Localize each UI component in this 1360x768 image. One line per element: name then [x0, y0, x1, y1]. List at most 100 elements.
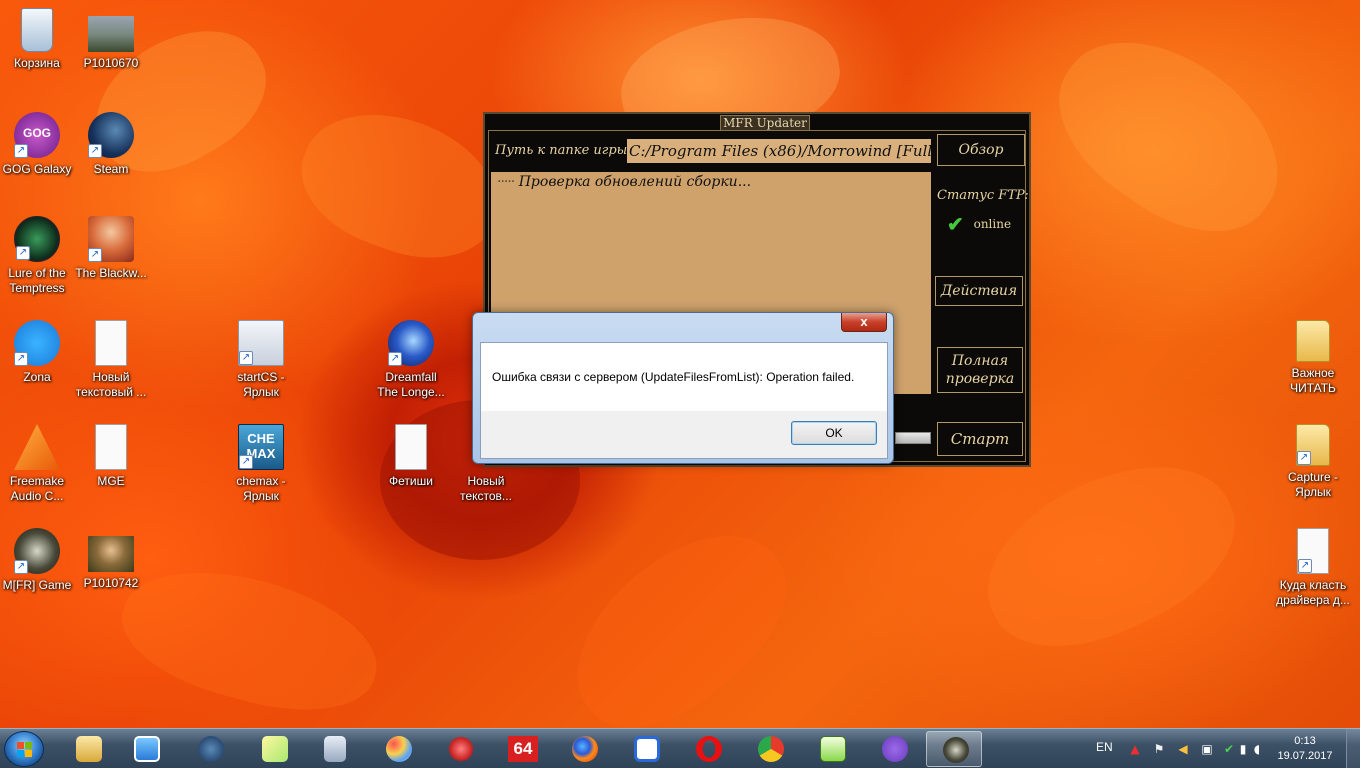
paint-icon	[386, 736, 412, 762]
desktop-icon-label: MGE	[97, 474, 125, 488]
desktop-icon-startcs[interactable]: ↗ startCS - Ярлык	[224, 320, 298, 400]
taskbar-chrome[interactable]	[742, 731, 798, 767]
desktop-icon-mge[interactable]: MGE	[74, 424, 148, 489]
desktop-icon-chemax[interactable]: CHE MAX ↗ chemax - Ярлык	[224, 424, 298, 504]
lure-of-the-temptress-icon: ↗	[14, 216, 60, 262]
desktop-icon-p1010670[interactable]: P1010670	[74, 8, 148, 71]
desktop-icon-label: Steam	[93, 162, 129, 176]
taskbar-calculator[interactable]	[306, 731, 362, 767]
power-icon[interactable]: ▮	[1236, 742, 1250, 756]
explorer-icon	[76, 736, 102, 762]
error-dialog: x Ошибка связи с сервером (UpdateFilesFr…	[472, 312, 894, 464]
desktop-icon-mfr-game[interactable]: ↗ M[FR] Game	[0, 528, 74, 593]
calculator-icon	[324, 736, 346, 762]
browse-button[interactable]: Обзор	[937, 134, 1025, 166]
taskbar-opera[interactable]	[680, 731, 736, 767]
the-blackwell-icon: ↗	[88, 216, 134, 262]
sticky-notes-icon	[262, 736, 288, 762]
chemax-icon: CHE MAX ↗	[238, 424, 284, 470]
taskbar-steam[interactable]	[182, 731, 238, 767]
start-button[interactable]: Старт	[937, 422, 1023, 456]
mfr-game-icon	[943, 737, 969, 763]
folder-icon	[1296, 320, 1330, 362]
desktop-icon-vazhnoe-chitat[interactable]: Важное ЧИТАТЬ	[1276, 320, 1350, 396]
folder-icon: ↗	[1296, 424, 1330, 466]
volume-icon[interactable]: ◖	[1250, 742, 1264, 756]
close-button[interactable]: x	[841, 313, 887, 332]
desktop-icon-label: Dreamfall The Longe...	[377, 370, 445, 399]
steam-icon: ↗	[88, 112, 134, 158]
taskbar-snipping-tool[interactable]	[432, 731, 488, 767]
system-clock[interactable]: 0:13 19.07.2017	[1274, 734, 1336, 764]
desktop-icon-dreamfall[interactable]: ↗ Dreamfall The Longe...	[374, 320, 448, 400]
desktop-icon-fetishi[interactable]: Фетиши	[374, 424, 448, 489]
clock-date: 19.07.2017	[1277, 750, 1333, 762]
desktop-icon-zona[interactable]: ↗ Zona	[0, 320, 74, 385]
desktop-icon-label: Новый текстов...	[460, 474, 512, 503]
gog-logo-text: GOG	[22, 126, 51, 140]
text-document-icon	[95, 320, 127, 366]
wallpaper-petal	[283, 89, 517, 281]
desktop-icon-label: The Blackw...	[75, 266, 147, 280]
media-player-d-icon	[634, 736, 660, 762]
game-path-input[interactable]: C:/Program Files (x86)/Morrowind [FullRe	[627, 139, 931, 163]
desktop-icon-recycle-bin[interactable]: Корзина	[0, 8, 74, 71]
gear-document-icon: ↗	[238, 320, 284, 366]
shortcut-arrow-icon: ↗	[88, 144, 102, 158]
taskbar-paint[interactable]	[370, 731, 426, 767]
full-check-button[interactable]: Полная проверка	[937, 347, 1023, 393]
show-desktop-button[interactable]	[1346, 729, 1360, 768]
desktop-icon-new-text-document[interactable]: Новый текстовый ...	[74, 320, 148, 400]
desktop-icon-label: Freemake Audio C...	[9, 474, 65, 503]
desktop-icon-steam[interactable]: ↗ Steam	[74, 112, 148, 177]
ok-button[interactable]: OK	[791, 421, 877, 445]
taskbar-media-player[interactable]	[118, 731, 174, 767]
desktop-icon-p1010742[interactable]: P1010742	[74, 528, 148, 591]
zona-icon: ↗	[14, 320, 60, 366]
window-title: MFR Updater	[720, 115, 810, 131]
taskbar-notepadpp[interactable]	[804, 731, 860, 767]
taskbar-firefox[interactable]	[556, 731, 612, 767]
flag-action-center-icon[interactable]: ⚑	[1152, 742, 1166, 756]
shortcut-arrow-icon: ↗	[16, 246, 30, 260]
network-triangle-icon[interactable]: ▲	[1128, 742, 1142, 756]
desktop-icon-label: Capture - Ярлык	[1287, 470, 1339, 499]
game-path-label: Путь к папке игры:	[495, 143, 632, 158]
speaker-muted-icon[interactable]: ◀	[1176, 742, 1190, 756]
desktop-icon-label: Важное ЧИТАТЬ	[1290, 366, 1336, 395]
shield-check-icon[interactable]: ✔	[1222, 742, 1236, 756]
desktop-icon-freemake-audio[interactable]: Freemake Audio C...	[0, 424, 74, 504]
taskbar-explorer[interactable]	[60, 731, 116, 767]
desktop-icon-capture[interactable]: ↗ Capture - Ярлык	[1276, 424, 1350, 500]
desktop-icon-label: Куда класть драйвера д...	[1276, 578, 1350, 607]
actions-button[interactable]: Действия	[935, 276, 1023, 306]
network-icon[interactable]: ▣	[1200, 742, 1214, 756]
desktop-icon-kuda-klast-draivera[interactable]: ↗ Куда класть драйвера д...	[1276, 528, 1350, 608]
desktop-icon-lure-of-the-temptress[interactable]: ↗ Lure of the Temptress	[0, 216, 74, 296]
ftp-status-label: Статус FTP:	[937, 188, 1029, 203]
mfr-game-icon: ↗	[14, 528, 60, 574]
text-document-icon	[95, 424, 127, 470]
desktop-icon-gog-galaxy[interactable]: GOG ↗ GOG Galaxy	[0, 112, 74, 177]
message-area: Ошибка связи с сервером (UpdateFilesFrom…	[481, 343, 887, 411]
photo-thumbnail-icon	[88, 16, 134, 52]
document-icon: ↗	[1297, 528, 1329, 574]
aida64-icon: 64	[508, 736, 538, 762]
start-button[interactable]	[4, 731, 44, 767]
desktop-icon-label: P1010742	[83, 576, 139, 590]
recycle-bin-icon	[21, 8, 53, 52]
taskbar-media-player-d[interactable]	[618, 731, 674, 767]
taskbar-aida64[interactable]: 64	[494, 731, 550, 767]
log-tree-dots-icon: ·····	[497, 174, 515, 190]
photo-thumbnail-icon	[88, 536, 134, 572]
firefox-icon	[572, 736, 598, 762]
error-message: Ошибка связи с сервером (UpdateFilesFrom…	[492, 370, 855, 384]
taskbar-sticky-notes[interactable]	[246, 731, 302, 767]
language-indicator[interactable]: EN	[1096, 740, 1113, 754]
taskbar-mfr-game[interactable]	[926, 731, 982, 767]
taskbar-viber[interactable]	[866, 731, 922, 767]
text-document-icon	[395, 424, 427, 470]
desktop-icon-the-blackwell[interactable]: ↗ The Blackw...	[74, 216, 148, 281]
windows-logo-icon	[17, 742, 33, 758]
shortcut-arrow-icon: ↗	[239, 351, 253, 365]
